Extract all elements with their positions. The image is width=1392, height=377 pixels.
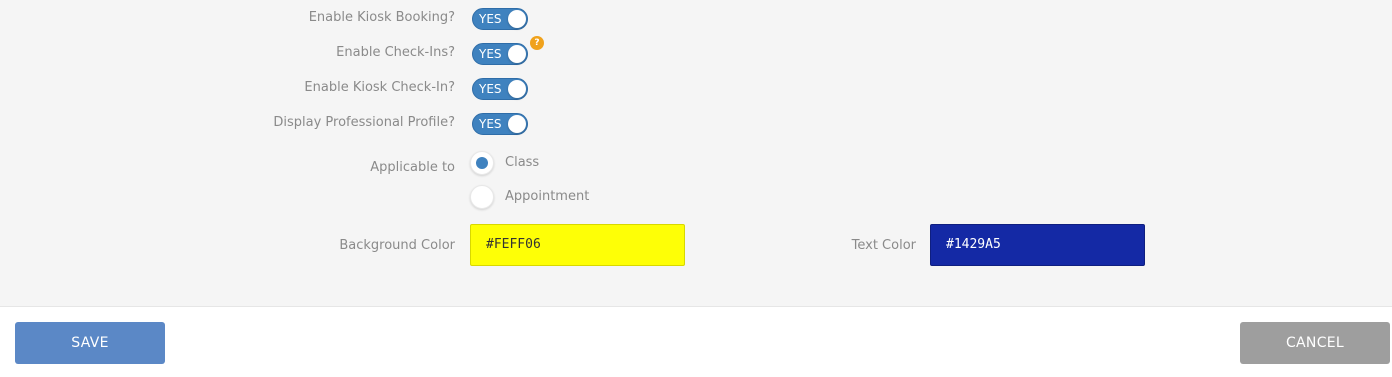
toggle-knob (508, 45, 526, 63)
kiosk-booking-row: Enable Kiosk Booking? YES (0, 6, 1392, 30)
toggle-knob (508, 80, 526, 98)
text-color-label: Text Color (851, 238, 916, 253)
professional-profile-row: Display Professional Profile? YES (0, 111, 1392, 135)
background-color-label: Background Color (339, 238, 455, 253)
appointment-radio-label: Appointment (505, 189, 590, 204)
applicable-to-row: Applicable to (0, 156, 1392, 180)
save-button[interactable]: SAVE (15, 322, 165, 364)
professional-profile-toggle[interactable]: YES (472, 113, 528, 135)
toggle-knob (508, 10, 526, 28)
professional-profile-label: Display Professional Profile? (273, 115, 455, 130)
toggle-value: YES (479, 47, 502, 61)
toggle-value: YES (479, 12, 502, 26)
check-ins-label: Enable Check-Ins? (336, 45, 455, 60)
kiosk-check-in-label: Enable Kiosk Check-In? (304, 80, 455, 95)
check-ins-row: Enable Check-Ins? YES ? (0, 36, 1392, 65)
settings-form: Enable Kiosk Booking? YES Enable Check-I… (0, 0, 1392, 307)
class-radio[interactable] (470, 151, 494, 175)
kiosk-booking-toggle[interactable]: YES (472, 8, 528, 30)
applicable-to-label: Applicable to (370, 160, 455, 175)
kiosk-booking-label: Enable Kiosk Booking? (308, 10, 455, 25)
toggle-value: YES (479, 82, 502, 96)
kiosk-check-in-row: Enable Kiosk Check-In? YES (0, 76, 1392, 100)
radio-selected-dot (476, 157, 488, 169)
background-color-input[interactable]: #FEFF06 (470, 224, 685, 266)
class-radio-label: Class (505, 155, 540, 170)
kiosk-check-in-toggle[interactable]: YES (472, 78, 528, 100)
check-ins-toggle[interactable]: YES (472, 43, 528, 65)
text-color-input[interactable]: #1429A5 (930, 224, 1145, 266)
help-icon[interactable]: ? (530, 36, 544, 50)
background-color-row: Background Color (0, 234, 1392, 258)
toggle-knob (508, 115, 526, 133)
cancel-button[interactable]: CANCEL (1240, 322, 1390, 364)
toggle-value: YES (479, 117, 502, 131)
appointment-radio[interactable] (470, 185, 494, 209)
